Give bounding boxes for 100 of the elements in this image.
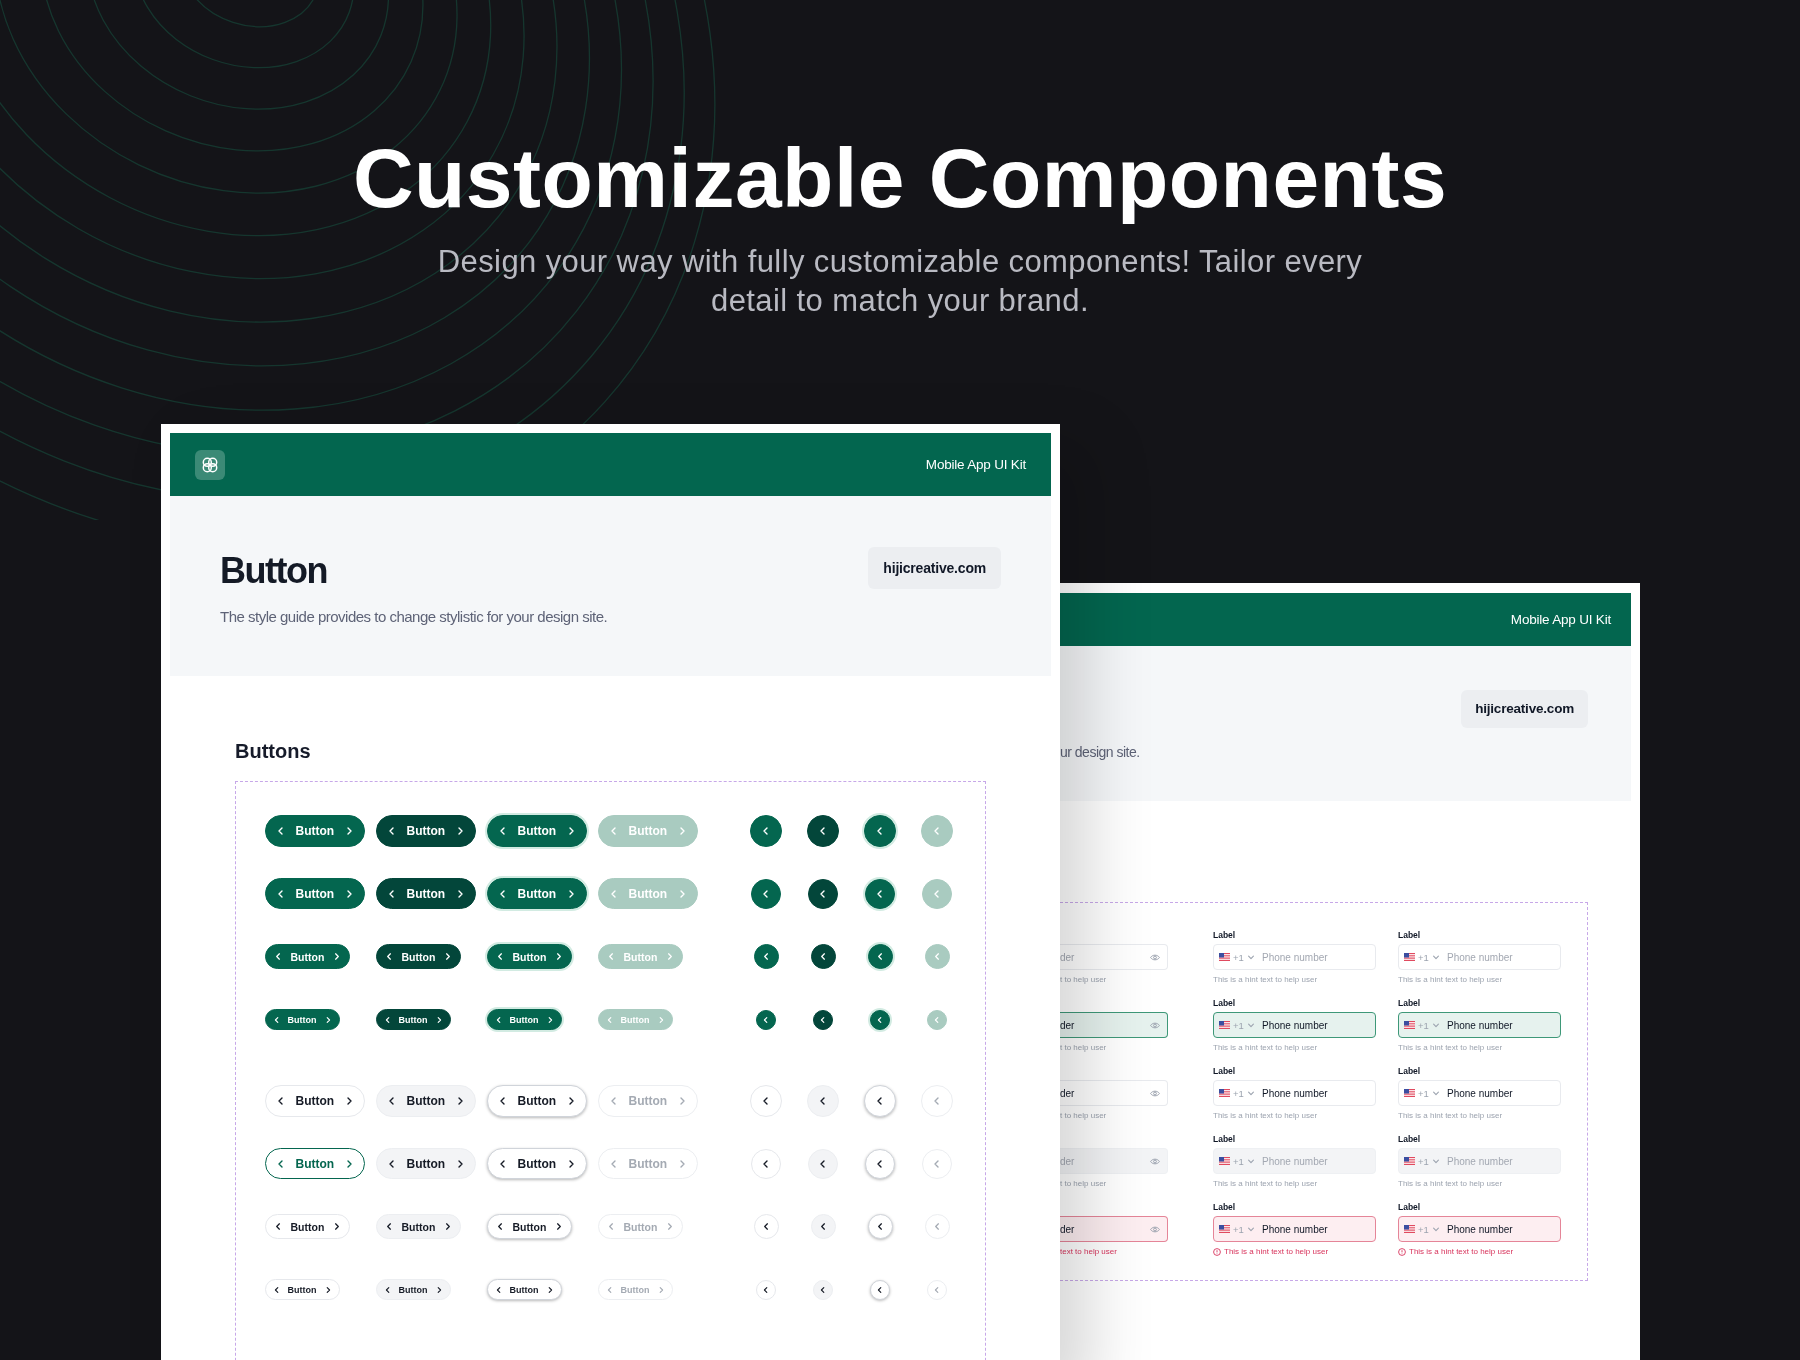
chevron-left-icon: [762, 1285, 770, 1294]
chevron-left-icon: [384, 952, 394, 961]
chevron-down-icon: [1431, 1157, 1440, 1165]
website-link[interactable]: hijicreative.com: [868, 547, 1001, 589]
chevron-left-icon: [272, 1285, 281, 1294]
previous-button[interactable]: [751, 878, 781, 909]
hint-text: This is a hint text to help user: [1409, 1247, 1514, 1256]
chevron-left-icon: [761, 952, 771, 961]
pill-button[interactable]: Button: [486, 1214, 573, 1239]
pill-button[interactable]: Button: [375, 814, 477, 847]
chevron-down-icon: [1246, 1021, 1255, 1029]
hint-text: t to help user: [1060, 1111, 1107, 1120]
flag-icon: [1404, 1225, 1415, 1233]
previous-button[interactable]: [813, 1009, 833, 1030]
password-field[interactable]: der: [1060, 1080, 1168, 1106]
chevron-down-icon: [1246, 1225, 1255, 1233]
chevron-left-icon: [876, 1015, 884, 1024]
logo-icon: [195, 449, 225, 480]
eye-icon[interactable]: [1150, 1157, 1160, 1165]
hint-text: t to help user: [1060, 975, 1107, 984]
field-label: Label: [1398, 998, 1422, 1009]
pill-button[interactable]: Button: [264, 878, 366, 909]
chevron-left-icon: [762, 1015, 770, 1024]
pill-button[interactable]: Button: [264, 814, 366, 847]
flag-icon: [1404, 1157, 1415, 1165]
pill-button[interactable]: Button: [486, 944, 573, 969]
field-label: Label: [1213, 930, 1237, 941]
pill-button[interactable]: Button: [264, 1009, 340, 1030]
eye-icon[interactable]: [1150, 953, 1160, 961]
pill-button[interactable]: Button: [264, 1148, 366, 1179]
flag-icon: [1404, 953, 1415, 961]
flag-icon: [1219, 1089, 1230, 1097]
chevron-right-icon: [332, 952, 342, 961]
pill-button[interactable]: Button: [486, 878, 588, 909]
eye-icon[interactable]: [1150, 1089, 1160, 1097]
chevron-down-icon: [1431, 1089, 1440, 1097]
field-label: Label: [1213, 1202, 1237, 1213]
pill-button[interactable]: Button: [264, 944, 351, 969]
flag-icon: [1404, 1089, 1415, 1097]
previous-button[interactable]: [870, 1009, 890, 1030]
kit-title: Mobile App UI Kit: [1510, 612, 1611, 627]
chevron-left-icon: [606, 1222, 616, 1231]
eye-icon[interactable]: [1150, 1225, 1160, 1233]
field-label: Label: [1213, 998, 1237, 1009]
pill-button[interactable]: Button: [264, 1084, 366, 1117]
password-field[interactable]: der: [1060, 1148, 1168, 1174]
chevron-down-icon: [1431, 1021, 1440, 1029]
field-label: Label: [1213, 1134, 1237, 1145]
pill-button[interactable]: Button: [375, 878, 477, 909]
error-icon: [1398, 1247, 1406, 1256]
page-title: Button: [220, 551, 327, 591]
hint-text: This is a hint text to help user: [1224, 1247, 1329, 1256]
hint-text: This is a hint text to help user: [1213, 1111, 1318, 1120]
field-label: Label: [1213, 1066, 1237, 1077]
pill-button[interactable]: Button: [264, 1214, 351, 1239]
hint-text: This is a hint text to help user: [1213, 1043, 1318, 1052]
password-field[interactable]: der: [1060, 1216, 1168, 1242]
chevron-down-icon: [1431, 1225, 1440, 1233]
pill-button[interactable]: Button: [486, 1009, 562, 1030]
hint-text: text to help user: [1060, 1247, 1117, 1256]
pill-button[interactable]: Button: [375, 1279, 451, 1300]
pill-button[interactable]: Button: [375, 1084, 477, 1117]
previous-button[interactable]: [750, 814, 782, 847]
website-link[interactable]: hijicreative.com: [1461, 690, 1588, 728]
previous-button[interactable]: [810, 944, 836, 969]
previous-button[interactable]: [808, 878, 838, 909]
chevron-left-icon: [273, 952, 283, 961]
password-field[interactable]: der: [1060, 1012, 1168, 1038]
chevron-right-icon: [665, 952, 675, 961]
chevron-left-icon: [383, 1015, 392, 1024]
chevron-left-icon: [933, 1015, 941, 1024]
chevron-left-icon: [876, 1285, 884, 1294]
pill-button[interactable]: Button: [264, 1279, 340, 1300]
previous-button[interactable]: [807, 814, 839, 847]
pill-button[interactable]: Button: [375, 1148, 477, 1179]
chevron-right-icon: [665, 1222, 675, 1231]
pill-button[interactable]: Button: [375, 944, 462, 969]
pill-button[interactable]: Button: [375, 1009, 451, 1030]
previous-button[interactable]: [753, 944, 779, 969]
previous-button[interactable]: [865, 878, 895, 909]
eye-icon[interactable]: [1150, 1021, 1160, 1029]
pill-button[interactable]: Button: [486, 1148, 588, 1179]
chevron-left-icon: [606, 952, 616, 961]
chevron-left-icon: [272, 1015, 281, 1024]
chevron-left-icon: [495, 1222, 505, 1231]
chevron-right-icon: [443, 952, 453, 961]
flag-icon: [1219, 1157, 1230, 1165]
pill-button[interactable]: Button: [486, 1084, 588, 1117]
previous-button[interactable]: [756, 1009, 776, 1030]
chevron-left-icon: [384, 1222, 394, 1231]
chevron-right-icon: [554, 952, 564, 961]
hint-text: This is a hint text to help user: [1398, 975, 1503, 984]
previous-button[interactable]: [867, 944, 893, 969]
password-field[interactable]: der: [1060, 944, 1168, 970]
chevron-right-icon: [332, 1222, 342, 1231]
pill-button[interactable]: Button: [375, 1214, 462, 1239]
pill-button[interactable]: Button: [486, 814, 588, 847]
previous-button[interactable]: [864, 814, 896, 847]
chevron-left-icon: [875, 1222, 885, 1231]
pill-button[interactable]: Button: [486, 1279, 562, 1300]
